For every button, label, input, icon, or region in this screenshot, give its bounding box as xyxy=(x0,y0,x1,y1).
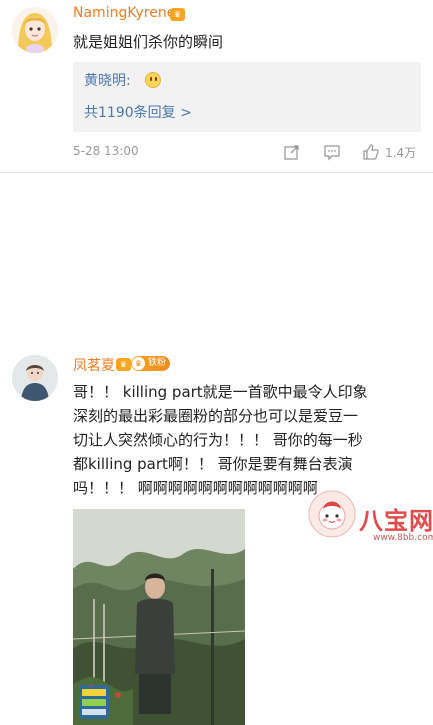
vip-crown-icon: ♛ xyxy=(170,8,185,21)
comment-actions: 5-28 13:00 1.4万 xyxy=(73,143,421,163)
comment-line: 都killing part啊！！ 哥你是要有舞台表演 xyxy=(73,455,353,473)
watermark: 八宝网 www.8bb.com xyxy=(307,489,433,547)
comment-photo[interactable] xyxy=(73,509,245,725)
like-count: 1.4万 xyxy=(385,146,417,160)
watermark-logo-icon xyxy=(308,490,356,538)
timestamp: 5-28 13:00 xyxy=(73,144,139,158)
reply-count-link[interactable]: 共1190条回复 > xyxy=(84,102,192,122)
watermark-url: www.8bb.com xyxy=(373,533,433,543)
watermark-text: 八宝网 xyxy=(359,507,433,535)
comment-line: 哥！！ killing part就是一首歌中最令人印象 xyxy=(73,383,368,401)
comment-item: NamingKyrene ♛ 就是姐姐们杀你的瞬间 黄晓明: 共1190条回复 … xyxy=(0,0,433,172)
reply-author[interactable]: 黄晓明: xyxy=(84,70,131,90)
vip-crown-icon: ♛ xyxy=(116,358,131,371)
fan-crown-icon: ♛ xyxy=(132,357,145,370)
reply-preview[interactable]: 黄晓明: 共1190条回复 > xyxy=(73,62,421,132)
comment-line: 切让人突然倾心的行为！！！ 哥你的每一秒 xyxy=(73,431,363,449)
username[interactable]: NamingKyrene xyxy=(73,5,175,21)
comment-text: 就是姐姐们杀你的瞬间 xyxy=(73,33,224,51)
smile-emoji-icon xyxy=(145,72,161,88)
fan-badge: ♛ 铁粉 xyxy=(131,356,171,371)
divider xyxy=(0,172,433,173)
comment-icon[interactable] xyxy=(323,143,341,161)
like-icon[interactable] xyxy=(362,143,380,161)
avatar[interactable] xyxy=(12,7,58,53)
comment-line: 深刻的最出彩最圈粉的部分也可以是爱豆一 xyxy=(73,407,359,425)
username[interactable]: 凤茗夏 xyxy=(73,355,115,375)
share-icon[interactable] xyxy=(283,143,301,161)
avatar[interactable] xyxy=(12,355,58,401)
fan-badge-label: 铁粉 xyxy=(148,358,167,368)
comment-text: 哥！！ killing part就是一首歌中最令人印象 深刻的最出彩最圈粉的部分… xyxy=(73,380,425,500)
